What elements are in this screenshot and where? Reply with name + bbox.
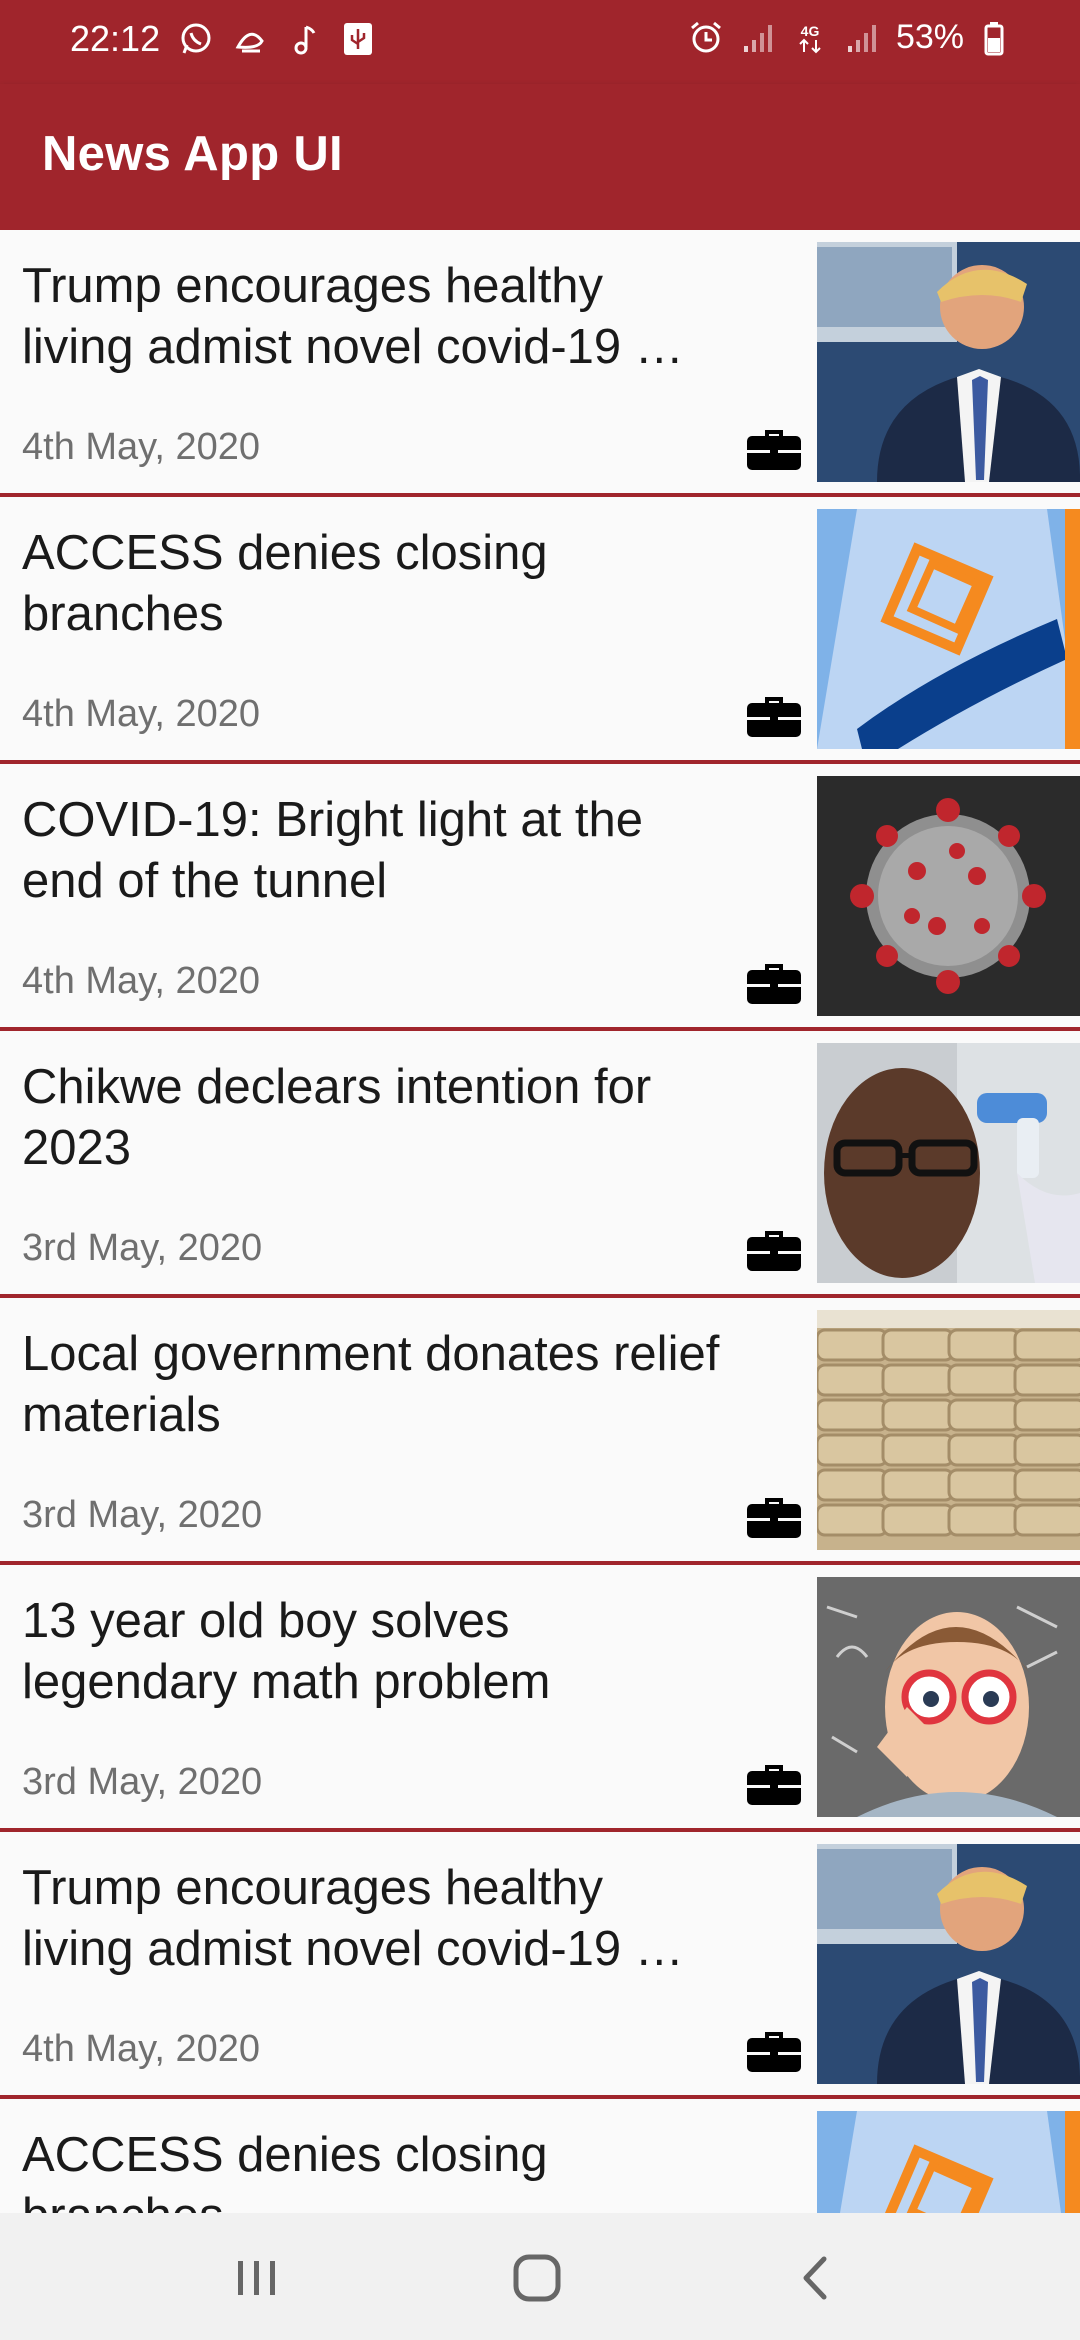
news-item[interactable]: 13 year old boy solves legendary math pr…	[0, 1565, 1080, 1832]
news-item[interactable]: ACCESS denies closing branches 4th May, …	[0, 497, 1080, 764]
news-list[interactable]: Trump encourages healthy living admist n…	[0, 230, 1080, 2213]
app-bar: News App UI	[0, 84, 1080, 230]
news-date: 4th May, 2020	[22, 2028, 261, 2070]
status-time: 22:12	[70, 18, 161, 59]
news-date: 3rd May, 2020	[22, 1227, 263, 1269]
news-title: 13 year old boy solves legendary math pr…	[22, 1594, 551, 1709]
briefcase-icon[interactable]	[745, 422, 803, 472]
briefcase-icon[interactable]	[745, 2024, 803, 2074]
navigation-bar	[0, 2213, 1080, 2340]
status-bar: 22:12 4G 53%	[0, 0, 1080, 84]
battery-percent: 53%	[895, 18, 964, 56]
network-4g-icon: 4G	[792, 20, 828, 56]
news-title: ACCESS denies closing branches	[22, 526, 548, 641]
news-item[interactable]: COVID-19: Bright light at the end of the…	[0, 764, 1080, 1031]
news-thumbnail-rice-bags	[817, 1310, 1080, 1550]
usb-icon	[340, 21, 376, 57]
briefcase-icon[interactable]	[745, 689, 803, 739]
news-title: Chikwe declears intention for 2023	[22, 1060, 652, 1175]
notification-icon	[232, 21, 268, 57]
news-thumbnail-access-logo	[817, 509, 1080, 749]
alarm-icon	[688, 20, 724, 56]
news-item[interactable]: Trump encourages healthy living admist n…	[0, 230, 1080, 497]
news-date: 3rd May, 2020	[22, 1494, 263, 1536]
briefcase-icon[interactable]	[745, 1757, 803, 1807]
signal-icon	[844, 20, 880, 56]
news-thumbnail-access-logo	[817, 2111, 1080, 2213]
app-title: News App UI	[42, 127, 343, 181]
news-date: 4th May, 2020	[22, 426, 261, 468]
news-thumbnail-boy-glasses	[817, 1577, 1080, 1817]
news-title: COVID-19: Bright light at the end of the…	[22, 793, 643, 908]
news-title: Trump encourages healthy living admist n…	[22, 1861, 684, 1976]
news-item[interactable]: Trump encourages healthy living admist n…	[0, 1832, 1080, 2099]
recent-apps-icon[interactable]	[222, 2243, 292, 2313]
svg-text:4G: 4G	[801, 23, 820, 39]
briefcase-icon[interactable]	[745, 956, 803, 1006]
news-item[interactable]: Local government donates relief material…	[0, 1298, 1080, 1565]
briefcase-icon[interactable]	[745, 1490, 803, 1540]
battery-icon	[980, 20, 1016, 56]
news-date: 4th May, 2020	[22, 960, 261, 1002]
signal-icon	[740, 20, 776, 56]
news-thumbnail-trump	[817, 1844, 1080, 2084]
news-title: Trump encourages healthy living admist n…	[22, 259, 684, 374]
whatsapp-icon	[178, 21, 214, 57]
music-note-icon	[286, 21, 322, 57]
briefcase-icon[interactable]	[745, 1223, 803, 1273]
news-date: 4th May, 2020	[22, 693, 261, 735]
news-title: Local government donates relief material…	[22, 1327, 720, 1442]
news-item[interactable]: Chikwe declears intention for 2023 3rd M…	[0, 1031, 1080, 1298]
news-thumbnail-trump	[817, 242, 1080, 482]
home-icon[interactable]	[502, 2243, 572, 2313]
news-date: 3rd May, 2020	[22, 1761, 263, 1803]
news-thumbnail-man-thermometer	[817, 1043, 1080, 1283]
news-thumbnail-coronavirus	[817, 776, 1080, 1016]
news-item[interactable]: ACCESS denies closing branches	[0, 2099, 1080, 2213]
back-icon[interactable]	[782, 2243, 852, 2313]
news-title: ACCESS denies closing branches	[22, 2128, 548, 2213]
